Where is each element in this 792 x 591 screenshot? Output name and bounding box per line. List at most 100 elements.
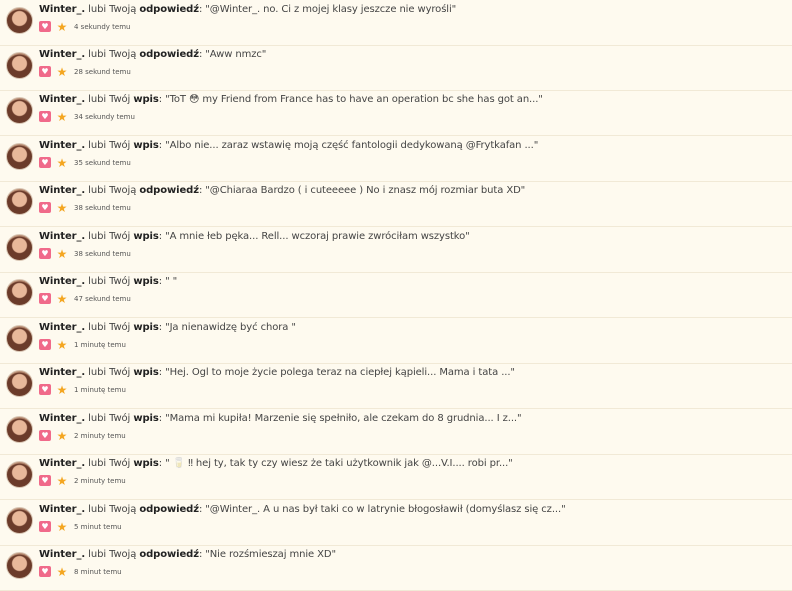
content-type: odpowiedź bbox=[139, 185, 199, 196]
username[interactable]: Winter_. bbox=[39, 140, 85, 151]
heart-icon: ♥ bbox=[39, 66, 51, 77]
avatar[interactable] bbox=[6, 279, 33, 306]
notification-item[interactable]: Winter_. lubi Twój wpis: "Ja nienawidzę … bbox=[0, 318, 792, 364]
avatar[interactable] bbox=[6, 507, 33, 534]
notification-item[interactable]: Winter_. lubi Twoją odpowiedź: "Aww nmzc… bbox=[0, 45, 792, 91]
username[interactable]: Winter_. bbox=[39, 367, 85, 378]
heart-icon: ♥ bbox=[39, 21, 51, 32]
content-quote[interactable]: "Ja nienawidzę być chora " bbox=[165, 322, 296, 333]
content-quote[interactable]: "ToT 😳 my Friend from France has to have… bbox=[165, 94, 543, 105]
username[interactable]: Winter_. bbox=[39, 504, 85, 515]
timestamp: 1 minutę temu bbox=[74, 385, 126, 394]
content-quote[interactable]: "@Winter_. no. Ci z mojej klasy jeszcze … bbox=[205, 4, 456, 15]
avatar[interactable] bbox=[6, 416, 33, 443]
content-quote[interactable]: "@Winter_. A u nas był taki co w latryni… bbox=[205, 504, 565, 515]
avatar[interactable] bbox=[6, 325, 33, 352]
content-quote[interactable]: "A mnie łeb pęka... Rell... wczoraj praw… bbox=[165, 231, 470, 242]
notification-text: Winter_. lubi Twoją odpowiedź: "@Chiaraa… bbox=[39, 185, 526, 196]
content-quote[interactable]: "@Chiaraa Bardzo ( i cuteeeee ) No i zna… bbox=[205, 185, 525, 196]
notification-item[interactable]: Winter_. lubi Twój wpis: "Mama mi kupiła… bbox=[0, 409, 792, 455]
notification-item[interactable]: Winter_. lubi Twoją odpowiedź: "Nie rozś… bbox=[0, 545, 792, 591]
notification-item[interactable]: Winter_. lubi Twoją odpowiedź: "@Winter_… bbox=[0, 500, 792, 546]
avatar[interactable] bbox=[6, 188, 33, 215]
content-quote[interactable]: "Hej. Ogl to moje życie polega teraz na … bbox=[165, 367, 515, 378]
avatar[interactable] bbox=[6, 370, 33, 397]
content-quote[interactable]: "Aww nmzc" bbox=[205, 49, 266, 60]
notification-text: Winter_. lubi Twój wpis: "Albo nie... za… bbox=[39, 140, 539, 151]
avatar[interactable] bbox=[6, 234, 33, 261]
notification-text: Winter_. lubi Twoją odpowiedź: "@Winter_… bbox=[39, 4, 457, 15]
notification-meta: ♥ ★ 1 minutę temu bbox=[39, 383, 126, 396]
avatar[interactable] bbox=[6, 52, 33, 79]
content-quote[interactable]: "Albo nie... zaraz wstawię moją część fa… bbox=[165, 140, 538, 151]
notification-meta: ♥ ★ 28 sekund temu bbox=[39, 65, 131, 78]
notification-item[interactable]: Winter_. lubi Twój wpis: " " ♥ ★ 47 seku… bbox=[0, 272, 792, 318]
avatar[interactable] bbox=[6, 552, 33, 579]
notification-meta: ♥ ★ 2 minuty temu bbox=[39, 474, 126, 487]
heart-icon: ♥ bbox=[39, 475, 51, 486]
notification-item[interactable]: Winter_. lubi Twój wpis: "Albo nie... za… bbox=[0, 136, 792, 182]
content-quote[interactable]: "Nie rozśmieszaj mnie XD" bbox=[205, 549, 336, 560]
notification-item[interactable]: Winter_. lubi Twój wpis: "Hej. Ogl to mo… bbox=[0, 363, 792, 409]
heart-icon: ♥ bbox=[39, 293, 51, 304]
username[interactable]: Winter_. bbox=[39, 231, 85, 242]
content-quote[interactable]: " " bbox=[165, 276, 177, 287]
heart-icon: ♥ bbox=[39, 339, 51, 350]
star-icon: ★ bbox=[56, 564, 68, 579]
content-quote[interactable]: " 🥛 ‼ hej ty, tak ty czy wiesz że taki u… bbox=[165, 458, 513, 469]
notification-item[interactable]: Winter_. lubi Twój wpis: "ToT 😳 my Frien… bbox=[0, 90, 792, 136]
content-type: odpowiedź bbox=[139, 4, 199, 15]
timestamp: 5 minut temu bbox=[74, 522, 122, 531]
action-text: lubi Twoją bbox=[88, 504, 137, 515]
username[interactable]: Winter_. bbox=[39, 322, 85, 333]
star-icon: ★ bbox=[56, 19, 68, 34]
notification-item[interactable]: Winter_. lubi Twój wpis: "A mnie łeb pęk… bbox=[0, 227, 792, 273]
heart-icon: ♥ bbox=[39, 157, 51, 168]
avatar[interactable] bbox=[6, 143, 33, 170]
username[interactable]: Winter_. bbox=[39, 49, 85, 60]
timestamp: 2 minuty temu bbox=[74, 476, 126, 485]
avatar[interactable] bbox=[6, 461, 33, 488]
username[interactable]: Winter_. bbox=[39, 185, 85, 196]
timestamp: 34 sekundy temu bbox=[74, 112, 135, 121]
username[interactable]: Winter_. bbox=[39, 4, 85, 15]
username[interactable]: Winter_. bbox=[39, 458, 85, 469]
star-icon: ★ bbox=[56, 246, 68, 261]
avatar[interactable] bbox=[6, 7, 33, 34]
notification-item[interactable]: Winter_. lubi Twoją odpowiedź: "@Winter_… bbox=[0, 0, 792, 46]
heart-icon: ♥ bbox=[39, 430, 51, 441]
notification-meta: ♥ ★ 2 minuty temu bbox=[39, 429, 126, 442]
username[interactable]: Winter_. bbox=[39, 94, 85, 105]
content-type: wpis bbox=[133, 458, 159, 469]
heart-icon: ♥ bbox=[39, 566, 51, 577]
notification-meta: ♥ ★ 47 sekund temu bbox=[39, 292, 131, 305]
timestamp: 38 sekund temu bbox=[74, 203, 131, 212]
star-icon: ★ bbox=[56, 109, 68, 124]
action-text: lubi Twój bbox=[88, 458, 131, 469]
notification-item[interactable]: Winter_. lubi Twój wpis: " 🥛 ‼ hej ty, t… bbox=[0, 454, 792, 500]
username[interactable]: Winter_. bbox=[39, 276, 85, 287]
timestamp: 38 sekund temu bbox=[74, 249, 131, 258]
content-type: wpis bbox=[133, 413, 159, 424]
username[interactable]: Winter_. bbox=[39, 413, 85, 424]
action-text: lubi Twój bbox=[88, 140, 131, 151]
avatar[interactable] bbox=[6, 97, 33, 124]
notification-meta: ♥ ★ 35 sekund temu bbox=[39, 156, 131, 169]
timestamp: 1 minutę temu bbox=[74, 340, 126, 349]
action-text: lubi Twoją bbox=[88, 4, 137, 15]
content-type: wpis bbox=[133, 276, 159, 287]
star-icon: ★ bbox=[56, 155, 68, 170]
notification-text: Winter_. lubi Twoją odpowiedź: "@Winter_… bbox=[39, 504, 566, 515]
action-text: lubi Twój bbox=[88, 276, 131, 287]
content-type: wpis bbox=[133, 322, 159, 333]
timestamp: 2 minuty temu bbox=[74, 431, 126, 440]
action-text: lubi Twój bbox=[88, 94, 131, 105]
username[interactable]: Winter_. bbox=[39, 549, 85, 560]
heart-icon: ♥ bbox=[39, 248, 51, 259]
action-text: lubi Twój bbox=[88, 367, 131, 378]
notification-item[interactable]: Winter_. lubi Twoją odpowiedź: "@Chiaraa… bbox=[0, 181, 792, 227]
notification-meta: ♥ ★ 4 sekundy temu bbox=[39, 20, 130, 33]
notification-meta: ♥ ★ 38 sekund temu bbox=[39, 201, 131, 214]
star-icon: ★ bbox=[56, 428, 68, 443]
content-quote[interactable]: "Mama mi kupiła! Marzenie się spełniło, … bbox=[165, 413, 522, 424]
